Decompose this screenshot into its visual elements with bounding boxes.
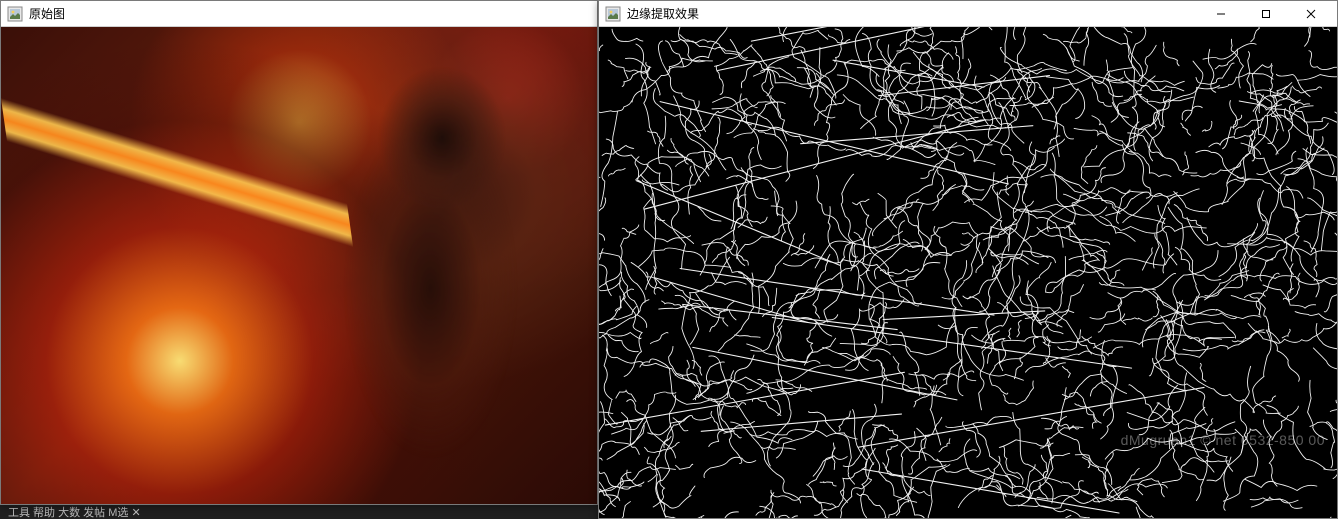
- window-title-edge: 边缘提取效果: [627, 5, 1198, 22]
- maximize-button[interactable]: [1243, 2, 1288, 26]
- window-title-original: 原始图: [29, 5, 593, 22]
- window-original-image: 原始图: [0, 0, 598, 505]
- app-icon: [605, 6, 621, 22]
- original-image-viewport: [1, 27, 597, 504]
- background-status-strip: 工具 帮助 大数 发帖 M选 ✕: [0, 505, 598, 519]
- status-text: 工具 帮助 大数 发帖 M选 ✕: [8, 505, 141, 519]
- titlebar-original[interactable]: 原始图: [1, 1, 597, 27]
- window-edge-result: 边缘提取效果 dMugruan1 © net 0532-850 00: [598, 0, 1338, 519]
- edge-image-viewport: dMugruan1 © net 0532-850 00: [599, 27, 1337, 518]
- titlebar-edge[interactable]: 边缘提取效果: [599, 1, 1337, 27]
- close-button[interactable]: [1288, 2, 1333, 26]
- window-controls: [1198, 2, 1333, 26]
- minimize-button[interactable]: [1198, 2, 1243, 26]
- desktop: 工具 帮助 大数 发帖 M选 ✕ 原始图: [0, 0, 1338, 519]
- edge-detection-canvas: [599, 27, 1337, 518]
- app-icon: [7, 6, 23, 22]
